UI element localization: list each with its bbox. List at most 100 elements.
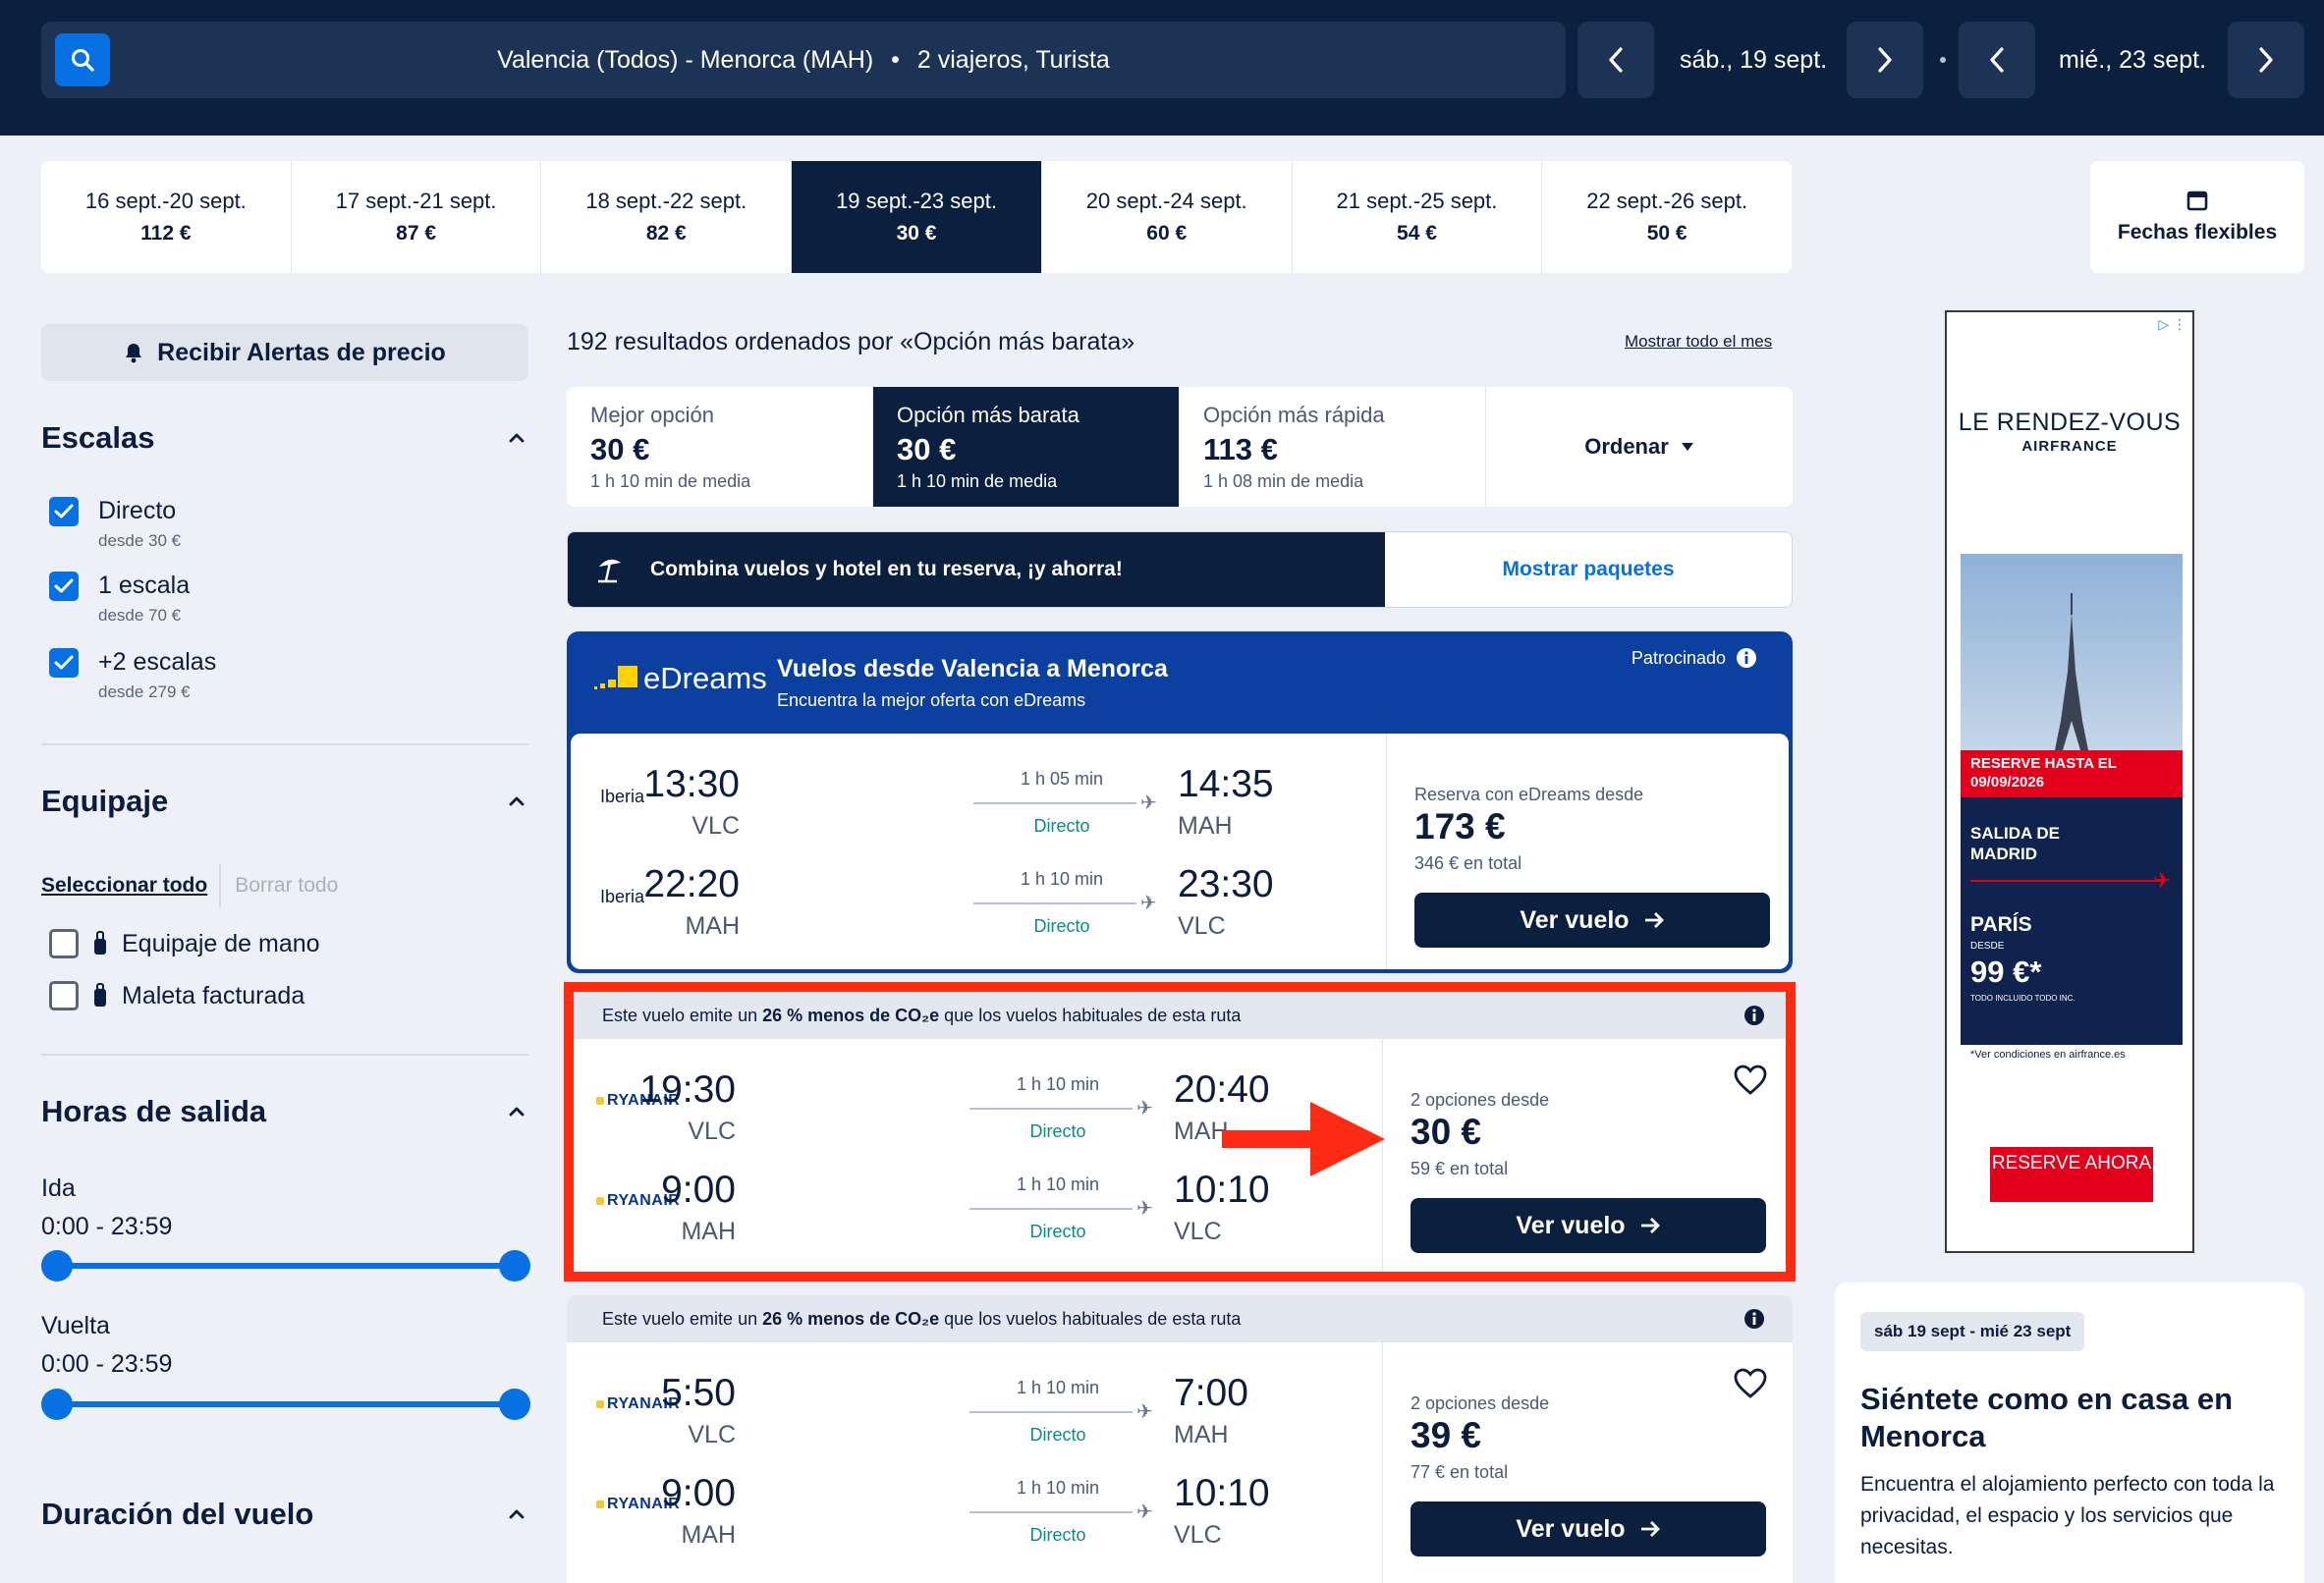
clear-all-link[interactable]: Borrar todo xyxy=(221,874,338,898)
sort-tab-price: 113 € xyxy=(1203,432,1278,466)
option-label: 1 escala xyxy=(98,572,191,599)
info-icon[interactable] xyxy=(1743,1308,1765,1330)
sort-tabs: Mejor opción 30 € 1 h 10 min de media Op… xyxy=(567,387,1793,507)
baggage-title[interactable]: Equipaje xyxy=(41,784,168,819)
flight-result-card[interactable]: Este vuelo emite un 26 % menos de CO₂e q… xyxy=(567,992,1793,1272)
sort-tab-cheapest[interactable]: Opción más barata 30 € 1 h 10 min de med… xyxy=(873,387,1180,507)
search-summary-box[interactable]: Valencia (Todos) - Menorca (MAH) • 2 via… xyxy=(41,22,1566,98)
sort-tab-title: Mejor opción xyxy=(590,403,714,427)
depart-prev-button[interactable] xyxy=(1577,22,1654,98)
outbound-slider-end[interactable] xyxy=(499,1250,530,1282)
ad-image: RESERVE HASTA EL 09/09/2026 SALIDA DE MA… xyxy=(1961,554,2183,1064)
date-price: 82 € xyxy=(645,222,687,245)
view-flight-button[interactable]: Ver vuelo xyxy=(1411,1501,1766,1556)
departure-time: 9:00 xyxy=(661,1472,736,1514)
date-cell[interactable]: 20 sept.-24 sept. 60 € xyxy=(1042,161,1293,273)
return-slider-track[interactable] xyxy=(57,1401,515,1407)
stops-label: Directo xyxy=(1029,1222,1086,1241)
view-flight-button[interactable]: Ver vuelo xyxy=(1414,893,1770,948)
price-label: Reserva con eDreams desde xyxy=(1414,785,1644,804)
date-cell[interactable]: 17 sept.-21 sept. 87 € xyxy=(292,161,542,273)
view-flight-button[interactable]: Ver vuelo xyxy=(1411,1198,1766,1253)
stops-one-option[interactable]: 1 escala desde 70 € xyxy=(49,572,190,626)
co2-banner: Este vuelo emite un 26 % menos de CO₂e q… xyxy=(567,1295,1793,1342)
flight-duration: 1 h 10 min xyxy=(1016,1378,1100,1397)
co2-text-end: que los vuelos habituales de esta ruta xyxy=(939,1308,1242,1329)
departure-time: 5:50 xyxy=(661,1372,736,1414)
return-prev-button[interactable] xyxy=(1959,22,2035,98)
heart-icon[interactable] xyxy=(1734,1368,1767,1399)
sort-order-dropdown[interactable]: Ordenar xyxy=(1486,387,1793,507)
sort-tab-fastest[interactable]: Opción más rápida 113 € 1 h 08 min de me… xyxy=(1180,387,1486,507)
results-count: 192 resultados ordenados por «Opción más… xyxy=(567,328,1135,355)
travellers-text: 2 viajeros, Turista xyxy=(916,45,1110,74)
chevron-up-icon[interactable] xyxy=(507,792,526,811)
sort-tab-best[interactable]: Mejor opción 30 € 1 h 10 min de media xyxy=(567,387,873,507)
stops-title[interactable]: Escalas xyxy=(41,420,155,456)
ryanair-harp-icon xyxy=(596,1097,604,1105)
ad-reserve-button[interactable]: RESERVE AHORA xyxy=(1990,1147,2153,1202)
date-cell[interactable]: 16 sept.-20 sept. 112 € xyxy=(41,161,292,273)
departure-times-title[interactable]: Horas de salida xyxy=(41,1094,266,1129)
arrival-airport: MAH xyxy=(1174,1118,1229,1145)
plane-icon: ✈ xyxy=(1136,1098,1153,1119)
date-cell-selected[interactable]: 19 sept.-23 sept. 30 € xyxy=(792,161,1042,273)
depart-date[interactable]: sáb., 19 sept. xyxy=(1680,22,1827,98)
return-label: Vuelta xyxy=(41,1312,110,1339)
route-line xyxy=(973,902,1136,904)
stops-label: Directo xyxy=(1029,1425,1086,1445)
select-all-link[interactable]: Seleccionar todo xyxy=(41,864,222,907)
return-slider-start[interactable] xyxy=(41,1389,73,1420)
return-slider-end[interactable] xyxy=(499,1389,530,1420)
chevron-right-icon xyxy=(1878,47,1892,73)
date-cell[interactable]: 21 sept.-25 sept. 54 € xyxy=(1293,161,1543,273)
checkbox-unchecked[interactable] xyxy=(49,929,79,958)
co2-text-start: Este vuelo emite un xyxy=(602,1308,763,1329)
info-icon[interactable] xyxy=(1743,1005,1765,1026)
flexible-dates-button[interactable]: Fechas flexibles xyxy=(2090,161,2304,273)
price-alert-button[interactable]: Recibir Alertas de precio xyxy=(41,324,528,381)
checkbox-checked[interactable] xyxy=(49,648,79,678)
chevron-up-icon[interactable] xyxy=(507,1504,526,1524)
sponsored-card[interactable]: eDreams Vuelos desde Valencia a Menorca … xyxy=(567,631,1793,973)
route-line xyxy=(969,1511,1133,1513)
price-total: 77 € en total xyxy=(1411,1462,1509,1482)
checkbox-checked[interactable] xyxy=(49,497,79,526)
return-next-button[interactable] xyxy=(2228,22,2304,98)
outbound-label: Ida xyxy=(41,1174,76,1202)
checked-bag-option[interactable]: Maleta facturada xyxy=(49,981,304,1010)
return-date[interactable]: mié., 23 sept. xyxy=(2059,22,2206,98)
divider xyxy=(41,743,528,745)
checkbox-checked[interactable] xyxy=(49,572,79,601)
outbound-slider-track[interactable] xyxy=(57,1263,515,1269)
option-label: +2 escalas xyxy=(98,648,217,676)
airfrance-ad[interactable]: ▷ ⋮ LE RENDEZ-VOUS AIRFRANCE RESERVE HAS… xyxy=(1945,310,2194,1253)
duration-title[interactable]: Duración del vuelo xyxy=(41,1497,313,1532)
chevron-up-icon[interactable] xyxy=(507,1102,526,1121)
flight-result-card[interactable]: Este vuelo emite un 26 % menos de CO₂e q… xyxy=(567,1295,1793,1583)
adchoices-icon[interactable]: ▷ ⋮ xyxy=(2158,316,2186,333)
option-price: desde 279 € xyxy=(98,682,191,701)
outbound-slider-start[interactable] xyxy=(41,1250,73,1282)
date-cell[interactable]: 18 sept.-22 sept. 82 € xyxy=(541,161,793,273)
ryanair-harp-icon xyxy=(596,1400,604,1408)
departure-airport: VLC xyxy=(692,812,740,840)
stops-two-plus-option[interactable]: +2 escalas desde 279 € xyxy=(49,648,216,702)
date-cell[interactable]: 22 sept.-26 sept. 50 € xyxy=(1542,161,1792,273)
stops-direct-option[interactable]: Directo desde 30 € xyxy=(49,497,181,551)
sponsored-title: Vuelos desde Valencia a Menorca xyxy=(777,655,1168,682)
carry-on-option[interactable]: Equipaje de mano xyxy=(49,929,320,958)
show-whole-month-link[interactable]: Mostrar todo el mes xyxy=(1625,332,1772,352)
plane-icon: ✈ xyxy=(1136,1501,1153,1523)
heart-icon[interactable] xyxy=(1734,1064,1767,1096)
sort-tab-duration: 1 h 10 min de media xyxy=(897,471,1058,491)
date-range: 18 sept.-22 sept. xyxy=(585,189,747,213)
ad-route-line xyxy=(1970,880,2163,882)
chevron-up-icon[interactable] xyxy=(507,428,526,448)
lodging-promo-card[interactable]: sáb 19 sept - mié 23 sept Siéntete como … xyxy=(1835,1283,2304,1583)
depart-next-button[interactable] xyxy=(1847,22,1923,98)
show-packages-button[interactable]: Mostrar paquetes xyxy=(1385,532,1792,607)
info-icon[interactable] xyxy=(1736,647,1757,669)
checkbox-unchecked[interactable] xyxy=(49,981,79,1010)
sort-tab-title: Opción más barata xyxy=(897,403,1079,427)
